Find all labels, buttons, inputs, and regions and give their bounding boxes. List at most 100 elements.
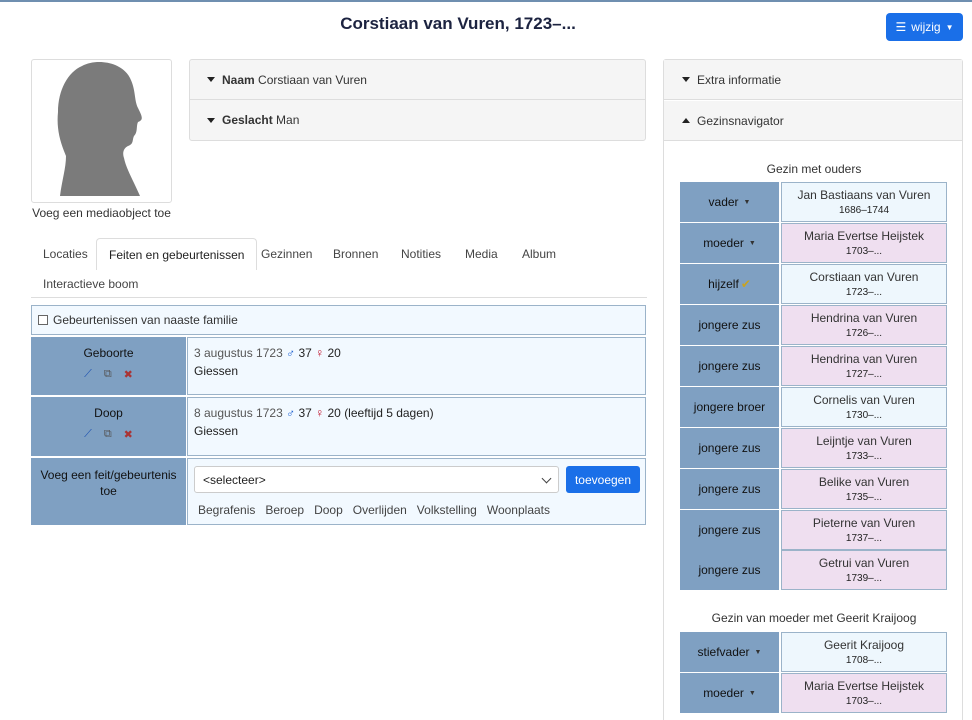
tab-album[interactable]: Album xyxy=(522,238,556,270)
female-icon: ♀ xyxy=(315,346,325,360)
person-dates: 1730–... xyxy=(845,410,883,421)
relation-father[interactable]: vader ▼ xyxy=(680,182,779,222)
person-dates: 1733–... xyxy=(845,451,883,462)
quick-link-residence[interactable]: Woonplaats xyxy=(487,501,550,519)
extra-info-label: Extra informatie xyxy=(697,72,782,87)
person-card[interactable]: Belike van Vuren 1735–... xyxy=(781,469,947,509)
person-name: Leijntje van Vuren xyxy=(816,434,912,448)
sidebar-panel: Extra informatie Gezinsnavigator Gezin m… xyxy=(663,59,963,720)
relation-sibling: jongere zus xyxy=(680,510,779,550)
add-fact-text: Voeg een feit/gebeurtenis toe xyxy=(40,468,177,498)
person-dates: 1727–... xyxy=(845,369,883,380)
person-card[interactable]: Cornelis van Vuren 1730–... xyxy=(781,387,947,427)
fact-label-birth: Geboorte ⟋ ⧉ ✖ xyxy=(31,337,186,395)
tab-locations[interactable]: Locaties xyxy=(43,238,88,270)
person-name: Maria Evertse Heijstek xyxy=(803,229,925,243)
edit-icon[interactable]: ⟋ xyxy=(84,428,92,441)
male-icon: ♂ xyxy=(286,346,296,360)
person-card[interactable]: Maria Evertse Heijstek 1703–... xyxy=(781,673,947,713)
silhouette-icon xyxy=(57,62,142,196)
relation-label: jongere zus xyxy=(698,318,761,332)
person-dates: 1735–... xyxy=(845,492,883,503)
relation-label: moeder xyxy=(703,686,744,700)
fact-value-birth: 3 augustus 1723 ♂ 37 ♀ 20 Giessen xyxy=(187,337,646,395)
person-card[interactable]: Pieterne van Vuren 1737–... xyxy=(781,510,947,550)
person-silhouette[interactable] xyxy=(31,59,172,203)
relation-mother[interactable]: moeder ▼ xyxy=(680,223,779,263)
relation-stepfather[interactable]: stiefvader ▼ xyxy=(680,632,779,672)
relation-label: hijzelf xyxy=(708,277,739,291)
add-media-link[interactable]: Voeg een mediaobject toe xyxy=(31,206,172,220)
tab-families[interactable]: Gezinnen xyxy=(261,238,312,270)
checkbox[interactable] xyxy=(38,315,48,325)
person-card[interactable]: Leijntje van Vuren 1733–... xyxy=(781,428,947,468)
family-events-toggle[interactable]: Gebeurtenissen van naaste familie xyxy=(31,305,646,335)
fact-date: 3 augustus 1723 xyxy=(194,346,283,360)
caret-down-icon xyxy=(207,117,215,123)
person-card[interactable]: Getrui van Vuren 1739–... xyxy=(781,550,947,590)
caret-down-icon: ▼ xyxy=(743,198,751,206)
person-dates: 1723–... xyxy=(845,287,883,298)
tab-sources[interactable]: Bronnen xyxy=(333,238,378,270)
copy-icon[interactable]: ⧉ xyxy=(104,368,112,381)
person-card[interactable]: Geerit Kraijoog 1708–... xyxy=(781,632,947,672)
fact-label-baptism: Doop ⟋ ⧉ ✖ xyxy=(31,397,186,456)
quick-link-census[interactable]: Volkstelling xyxy=(417,501,477,519)
edit-label: wijzig xyxy=(911,20,941,34)
relation-sibling: jongere zus xyxy=(680,550,779,590)
relation-label: jongere zus xyxy=(698,441,761,455)
top-border xyxy=(0,0,972,2)
tab-media[interactable]: Media xyxy=(465,238,498,270)
person-dates: 1703–... xyxy=(845,246,883,257)
quick-link-death[interactable]: Overlijden xyxy=(353,501,407,519)
person-name: Cornelis van Vuren xyxy=(813,393,915,407)
fact-value-baptism: 8 augustus 1723 ♂ 37 ♀ 20 (leeftijd 5 da… xyxy=(187,397,646,456)
person-card[interactable]: Corstiaan van Vuren 1723–... xyxy=(781,264,947,304)
fact-place[interactable]: Giessen xyxy=(194,422,639,440)
family-navigator-header[interactable]: Gezinsnavigator xyxy=(664,101,962,141)
quick-link-occupation[interactable]: Beroep xyxy=(265,501,304,519)
caret-down-icon xyxy=(207,77,215,82)
tab-interactive-tree[interactable]: Interactieve boom xyxy=(43,268,138,300)
person-card[interactable]: Hendrina van Vuren 1726–... xyxy=(781,305,947,345)
mother-age: 20 xyxy=(327,406,341,420)
delete-icon[interactable]: ✖ xyxy=(124,368,133,381)
sex-row[interactable]: Geslacht Man xyxy=(190,100,645,140)
menu-icon: ☰ xyxy=(895,20,907,34)
person-card[interactable]: Maria Evertse Heijstek 1703–... xyxy=(781,223,947,263)
father-age: 37 xyxy=(298,346,312,360)
copy-icon[interactable]: ⧉ xyxy=(104,428,112,441)
fact-type: Geboorte xyxy=(83,346,134,360)
tab-facts-events[interactable]: Feiten en gebeurtenissen xyxy=(96,238,258,270)
caret-up-icon xyxy=(682,118,690,123)
relation-mother[interactable]: moeder ▼ xyxy=(680,673,779,713)
tab-notes[interactable]: Notities xyxy=(401,238,441,270)
person-name: Pieterne van Vuren xyxy=(812,516,916,530)
name-row[interactable]: Naam Corstiaan van Vuren xyxy=(190,60,645,100)
chevron-down-icon xyxy=(541,473,552,484)
extra-info-header[interactable]: Extra informatie xyxy=(664,60,962,100)
person-name: Maria Evertse Heijstek xyxy=(803,679,925,693)
quick-link-burial[interactable]: Begrafenis xyxy=(198,501,255,519)
delete-icon[interactable]: ✖ xyxy=(124,428,133,441)
select-value: <selecteer> xyxy=(203,472,266,487)
relation-sibling: jongere broer xyxy=(680,387,779,427)
edit-menu-button[interactable]: ☰ wijzig ▼ xyxy=(886,13,963,41)
page-title: Corstiaan van Vuren, 1723–... xyxy=(340,14,576,33)
fact-type-select[interactable]: <selecteer> xyxy=(194,466,559,493)
person-name: Hendrina van Vuren xyxy=(810,311,918,325)
fact-type: Doop xyxy=(94,406,123,420)
edit-icon[interactable]: ⟋ xyxy=(84,368,92,381)
person-name: Hendrina van Vuren xyxy=(810,352,918,366)
quick-link-baptism[interactable]: Doop xyxy=(314,501,343,519)
fact-place[interactable]: Giessen xyxy=(194,362,639,380)
person-card[interactable]: Jan Bastiaans van Vuren 1686–1744 xyxy=(781,182,947,222)
add-fact-button[interactable]: toevoegen xyxy=(566,466,640,493)
person-dates: 1686–1744 xyxy=(838,205,890,216)
father-age: 37 xyxy=(298,406,312,420)
name-label: Naam xyxy=(222,72,255,87)
person-name: Getrui van Vuren xyxy=(818,556,910,570)
relation-label: jongere zus xyxy=(698,482,761,496)
female-icon: ♀ xyxy=(315,406,325,420)
person-card[interactable]: Hendrina van Vuren 1727–... xyxy=(781,346,947,386)
